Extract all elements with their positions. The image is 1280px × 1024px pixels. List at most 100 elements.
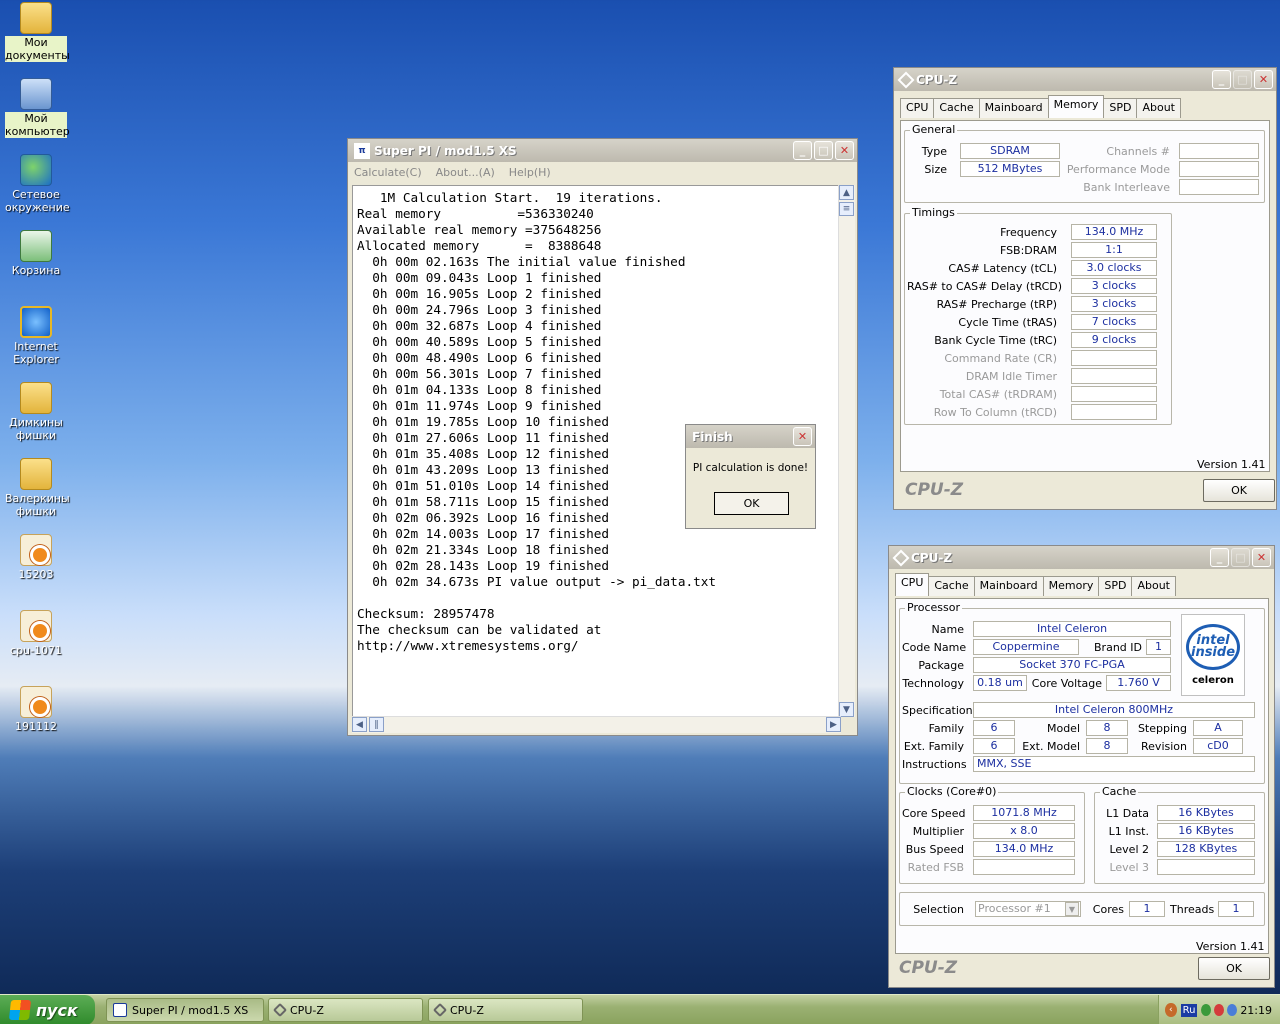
desktop-icon-jpg-cpu-1071[interactable]: cpu-1071 — [5, 610, 67, 657]
cores-value: 1 — [1129, 901, 1165, 917]
channels-value — [1179, 143, 1259, 159]
scroll-left-icon[interactable]: ◀ — [352, 717, 367, 732]
maximize-button[interactable]: □ — [814, 141, 833, 160]
tab-mainboard[interactable]: Mainboard — [978, 98, 1049, 118]
rated-fsb-value — [973, 859, 1075, 875]
ok-button[interactable]: OK — [1203, 479, 1275, 502]
close-button[interactable]: ✕ — [1254, 70, 1273, 89]
cores-label: Cores — [1092, 903, 1124, 916]
desktop-icon-my-documents[interactable]: Мои документы — [5, 2, 70, 62]
timing-value — [1071, 350, 1157, 366]
cache-group: Cache L1 Data 16 KBytes L1 Inst. 16 KByt… — [1094, 785, 1265, 884]
minimize-button[interactable]: _ — [793, 141, 812, 160]
tab-cpu[interactable]: CPU — [895, 573, 930, 596]
tab-cpu[interactable]: CPU — [900, 98, 935, 118]
cpuz-titlebar[interactable]: CPU-Z _ □ ✕ — [894, 68, 1276, 91]
taskbar-button-cpuz-1[interactable]: CPU-Z — [268, 998, 423, 1022]
type-label: Type — [921, 145, 947, 158]
folder-icon — [20, 382, 52, 414]
tab-memory[interactable]: Memory — [1047, 95, 1105, 118]
taskbar-button-cpuz-2[interactable]: CPU-Z — [428, 998, 583, 1022]
desktop-icon-jpg-15203[interactable]: 15203 — [5, 534, 67, 581]
minimize-button[interactable]: _ — [1210, 548, 1229, 567]
timing-value: 1:1 — [1071, 242, 1157, 258]
cpuz-titlebar[interactable]: CPU-Z _ □ ✕ — [889, 546, 1274, 569]
tab-memory[interactable]: Memory — [1042, 576, 1100, 596]
tab-cache[interactable]: Cache — [928, 576, 975, 596]
package-value: Socket 370 FC-PGA — [973, 657, 1171, 673]
cpuz-tabs: CPU Cache Mainboard Memory SPD About — [900, 95, 1181, 118]
menu-help[interactable]: Help(H) — [509, 166, 551, 179]
timing-label: Row To Column (tRCD) — [933, 406, 1057, 419]
jpg-file-icon — [20, 686, 52, 718]
finish-titlebar[interactable]: Finish ✕ — [686, 425, 815, 448]
language-indicator[interactable]: Ru — [1180, 1003, 1198, 1017]
general-group-title: General — [910, 123, 958, 136]
tab-spd[interactable]: SPD — [1103, 98, 1138, 118]
l1-inst-label: L1 Inst. — [1108, 825, 1149, 838]
taskbar-button-superpi[interactable]: Super PI / mod1.5 XS — [106, 998, 264, 1022]
revision-label: Revision — [1141, 740, 1187, 753]
close-button[interactable]: ✕ — [793, 427, 812, 446]
vertical-scrollbar[interactable]: ▲ ≡ ▼ — [838, 185, 855, 717]
multiplier-value: x 8.0 — [973, 823, 1075, 839]
desktop-icon-recycle-bin[interactable]: Корзина — [5, 230, 67, 277]
desktop-icon-jpg-191112[interactable]: 191112 — [5, 686, 67, 733]
performance-mode-label: Performance Mode — [1066, 163, 1170, 176]
tray-expand-chevron-icon[interactable]: ‹ — [1165, 1003, 1177, 1017]
desktop-icon-my-computer[interactable]: Мой компьютер — [5, 78, 70, 138]
timing-label: RAS# Precharge (tRP) — [936, 298, 1057, 311]
revision-value: cD0 — [1193, 738, 1243, 754]
security-tray-icon[interactable] — [1214, 1004, 1225, 1016]
ok-button[interactable]: OK — [1198, 957, 1270, 980]
minimize-button[interactable]: _ — [1212, 70, 1231, 89]
superpi-app-icon: π — [354, 142, 370, 159]
network-tray-icon[interactable] — [1201, 1004, 1212, 1016]
close-button[interactable]: ✕ — [835, 141, 854, 160]
technology-value: 0.18 um — [973, 675, 1027, 691]
ext-model-label: Ext. Model — [1022, 740, 1080, 753]
desktop-icon-internet-explorer[interactable]: Internet Explorer — [5, 306, 67, 366]
scroll-right-icon[interactable]: ▶ — [826, 717, 841, 732]
desktop-icon-folder-dimkiny[interactable]: Димкины фишки — [5, 382, 67, 442]
timing-label: Cycle Time (tRAS) — [958, 316, 1057, 329]
stepping-value: A — [1193, 720, 1243, 736]
tab-cache[interactable]: Cache — [933, 98, 980, 118]
superpi-titlebar[interactable]: π Super PI / mod1.5 XS _ □ ✕ — [348, 139, 857, 162]
tab-mainboard[interactable]: Mainboard — [973, 576, 1044, 596]
model-label: Model — [1046, 722, 1080, 735]
name-label: Name — [931, 623, 964, 636]
timing-label: DRAM Idle Timer — [965, 370, 1057, 383]
desktop-icon-folder-valerkiny[interactable]: Валеркины фишки — [5, 458, 70, 518]
maximize-button: □ — [1233, 70, 1252, 89]
desktop-icon-network[interactable]: Сетевое окружение — [5, 154, 70, 214]
instructions-value: MMX, SSE — [973, 756, 1255, 772]
scroll-down-icon[interactable]: ▼ — [839, 702, 854, 717]
scroll-up-icon[interactable]: ▲ — [839, 185, 854, 200]
scroll-thumb[interactable]: ≡ — [839, 202, 854, 216]
cpuz-cpu-window: CPU-Z _ □ ✕ CPU Cache Mainboard Memory S… — [888, 545, 1275, 988]
volume-tray-icon[interactable] — [1227, 1004, 1238, 1016]
hscroll-thumb[interactable]: ‖ — [369, 717, 384, 732]
taskbar: пуск Super PI / mod1.5 XS CPU-Z CPU-Z ‹ … — [0, 994, 1280, 1024]
chevron-down-icon[interactable]: ▼ — [1065, 902, 1079, 916]
horizontal-scrollbar[interactable]: ◀ ‖ ▶ — [352, 716, 841, 733]
tab-about[interactable]: About — [1131, 576, 1176, 596]
timing-value — [1071, 404, 1157, 420]
tab-about[interactable]: About — [1136, 98, 1181, 118]
folder-icon — [20, 458, 52, 490]
core-speed-label: Core Speed — [902, 807, 966, 820]
menu-about[interactable]: About...(A) — [436, 166, 495, 179]
recycle-bin-icon — [20, 230, 52, 262]
bus-speed-label: Bus Speed — [905, 843, 964, 856]
timing-value: 3 clocks — [1071, 296, 1157, 312]
superpi-app-icon — [113, 1003, 127, 1017]
brand-id-value: 1 — [1146, 639, 1171, 655]
cpuz-app-icon — [272, 1002, 288, 1018]
start-button[interactable]: пуск — [0, 995, 95, 1024]
close-button[interactable]: ✕ — [1252, 548, 1271, 567]
ok-button[interactable]: OK — [714, 492, 789, 515]
tab-spd[interactable]: SPD — [1098, 576, 1133, 596]
menu-calculate[interactable]: Calculate(C) — [354, 166, 422, 179]
clocks-group-title: Clocks (Core#0) — [905, 785, 999, 798]
